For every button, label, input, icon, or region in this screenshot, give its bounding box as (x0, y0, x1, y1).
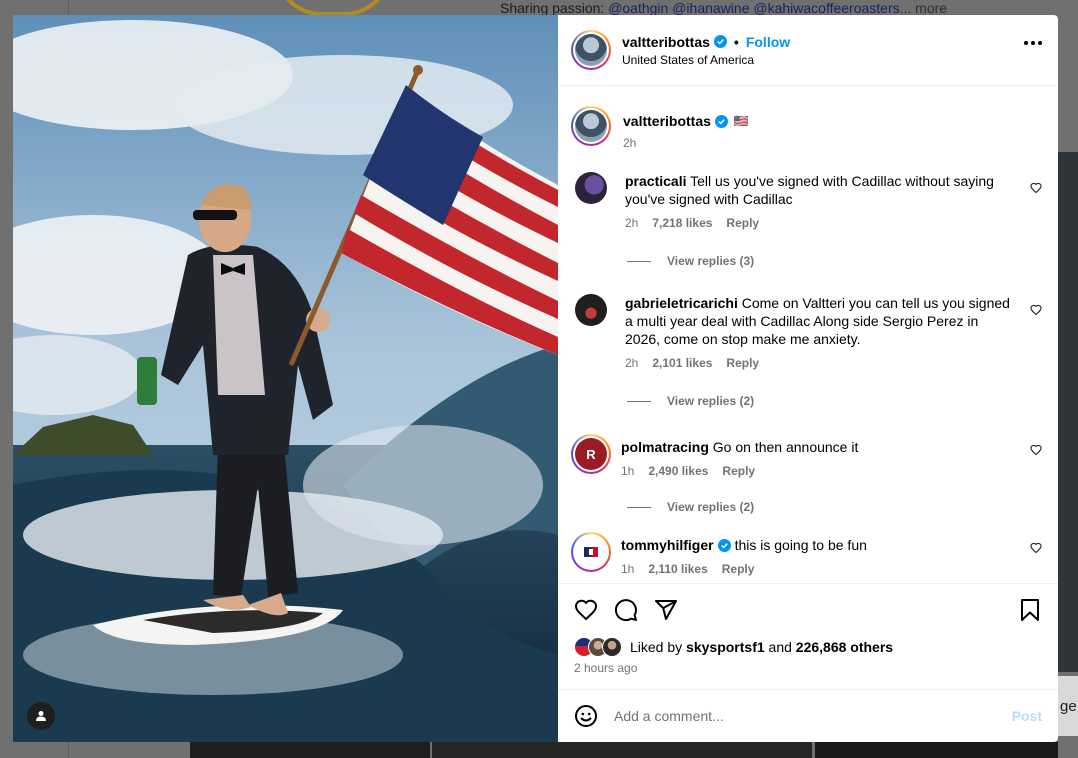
post-photo[interactable] (13, 15, 558, 742)
bio-mentions[interactable]: @oathgin @ihanawine @kahiwacoffeeroaster… (608, 0, 899, 16)
comment-likes[interactable]: 2,490 likes (648, 464, 708, 478)
caption-author-avatar[interactable] (571, 106, 611, 146)
reply-button[interactable]: Reply (726, 356, 759, 370)
author-avatar[interactable] (571, 30, 611, 70)
view-replies-label: View replies (3) (667, 254, 755, 268)
comment-username[interactable]: tommyhilfiger (621, 536, 714, 554)
liked-by-and: and (768, 639, 792, 655)
bio-more-link[interactable]: ... more (900, 0, 947, 16)
comment-like-heart-icon[interactable] (1030, 182, 1042, 194)
liked-by-avatars[interactable] (574, 637, 622, 657)
reply-button[interactable]: Reply (726, 216, 759, 230)
backdrop-profile-avatar-ring (275, 0, 391, 16)
follow-button[interactable]: Follow (746, 34, 790, 50)
commenter-avatar[interactable] (575, 294, 607, 326)
backdrop-text-fragment: ge (1060, 698, 1077, 715)
comment-username[interactable]: polmatracing (621, 439, 709, 455)
commenter-avatar[interactable] (575, 172, 607, 204)
liked-by-others[interactable]: 226,868 others (796, 639, 893, 655)
comment-text: this is going to be fun (734, 537, 867, 553)
bookmark-icon[interactable] (1018, 598, 1042, 622)
post-comment-button[interactable]: Post (1012, 708, 1042, 724)
comment-likes[interactable]: 2,101 likes (652, 356, 712, 370)
post-actions: Liked by skysportsf1 and 226,868 others … (558, 583, 1058, 689)
reply-button[interactable]: Reply (722, 562, 755, 576)
backdrop-grid-tile[interactable] (432, 742, 812, 758)
caption-time[interactable]: 2h (623, 136, 1042, 150)
backdrop-grid-tile[interactable] (190, 742, 430, 758)
caption: valtteribottas 🇺🇸 2h (571, 106, 1042, 150)
comment: R polmatracing Go on then announce it 1h… (571, 434, 1042, 478)
liker-avatar (602, 637, 622, 657)
comment: gabrieletricarichi Come on Valtteri you … (571, 294, 1042, 370)
post-location[interactable]: United States of America (622, 53, 790, 67)
comment-text: Go on then announce it (712, 439, 859, 455)
bio-prefix: Sharing passion: (500, 0, 605, 16)
comment-username[interactable]: practicali (625, 173, 686, 189)
post-timestamp[interactable]: 2 hours ago (574, 661, 1042, 675)
comment-time[interactable]: 2h (625, 216, 638, 230)
backdrop-bio-line: Sharing passion: @oathgin @ihanawine @ka… (500, 0, 947, 16)
comment-bubble-icon[interactable] (614, 598, 638, 622)
user-tag-button[interactable] (27, 702, 55, 730)
comments-list[interactable]: valtteribottas 🇺🇸 2h practicali Tell us … (558, 86, 1058, 583)
liked-by-prefix: Liked by (630, 639, 683, 655)
view-replies-label: View replies (2) (667, 500, 755, 514)
header-separator: • (733, 33, 739, 50)
reply-button[interactable]: Reply (722, 464, 755, 478)
view-replies-button[interactable]: View replies (2) (627, 394, 1042, 408)
verified-badge-icon (717, 538, 731, 552)
comment: tommyhilfiger this is going to be fun 1h… (571, 532, 1042, 576)
verified-badge-icon (714, 114, 728, 128)
comment-likes[interactable]: 2,110 likes (648, 562, 707, 576)
post-details-panel: valtteribottas • Follow United States of… (558, 15, 1058, 742)
verified-badge-icon (713, 35, 727, 48)
commenter-avatar[interactable] (571, 532, 611, 572)
comment-time[interactable]: 2h (625, 356, 638, 370)
paper-plane-icon[interactable] (654, 598, 678, 622)
comment-like-heart-icon[interactable] (1030, 444, 1042, 456)
more-options-icon[interactable] (1024, 41, 1042, 45)
author-username[interactable]: valtteribottas (622, 34, 710, 50)
comment-likes[interactable]: 7,218 likes (652, 216, 712, 230)
comment-time[interactable]: 1h (621, 464, 634, 478)
comment-like-heart-icon[interactable] (1030, 304, 1042, 316)
comment-username[interactable]: gabrieletricarichi (625, 295, 738, 311)
heart-icon[interactable] (574, 598, 598, 622)
backdrop-grid-tile[interactable] (1058, 152, 1078, 672)
smiley-icon[interactable] (574, 704, 598, 728)
comment: practicali Tell us you've signed with Ca… (571, 172, 1042, 230)
post-photo-illustration (13, 15, 558, 742)
us-flag-emoji: 🇺🇸 (733, 114, 749, 128)
view-replies-button[interactable]: View replies (3) (627, 254, 1042, 268)
tommy-logo-icon (575, 536, 607, 568)
comment-time[interactable]: 1h (621, 562, 634, 576)
add-comment-bar: Post (558, 689, 1058, 742)
view-replies-label: View replies (2) (667, 394, 755, 408)
post-modal: valtteribottas • Follow United States of… (13, 15, 1058, 742)
caption-username[interactable]: valtteribottas (623, 112, 711, 130)
likes-summary: Liked by skysportsf1 and 226,868 others (574, 637, 1042, 657)
user-tag-icon (36, 711, 46, 721)
polma-logo-icon: R (575, 438, 607, 470)
backdrop-grid-tile[interactable] (815, 742, 1058, 758)
post-header: valtteribottas • Follow United States of… (558, 15, 1058, 86)
comment-like-heart-icon[interactable] (1030, 542, 1042, 554)
view-replies-button[interactable]: View replies (2) (627, 500, 1042, 514)
liked-by-user[interactable]: skysportsf1 (686, 639, 765, 655)
commenter-avatar[interactable]: R (571, 434, 611, 474)
add-comment-input[interactable] (614, 708, 1012, 724)
